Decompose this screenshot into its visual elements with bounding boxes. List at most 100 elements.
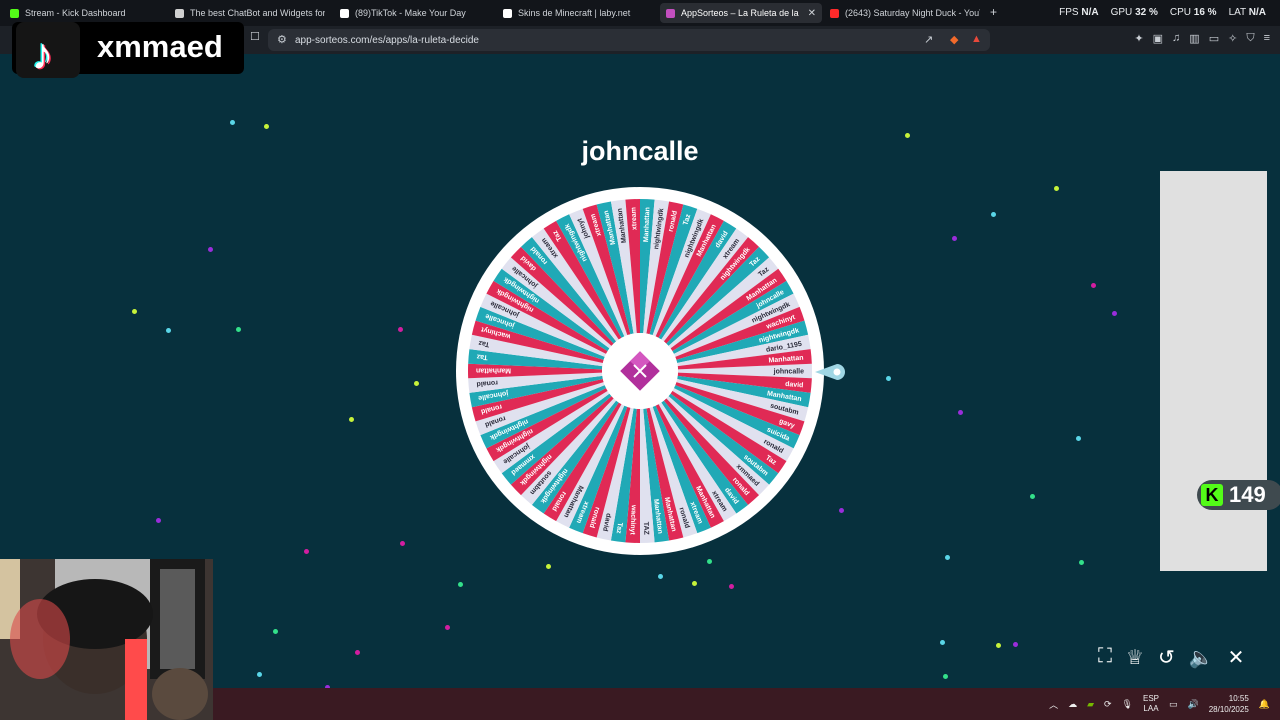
- confetti-dot: [166, 328, 171, 333]
- confetti-dot: [414, 381, 419, 386]
- clock[interactable]: 10:55 28/10/2025: [1209, 693, 1249, 715]
- system-tray: ︿ ☁ ▰ ⟳ 🎙 ESP LAA ▭ 🔊 10:55 28/10/2025 🔔: [1049, 688, 1280, 720]
- tab-label: AppSorteos – La Ruleta de la: [681, 8, 799, 18]
- confetti-dot: [304, 549, 309, 554]
- gpu-label: GPU: [1110, 7, 1133, 18]
- fps-label: FPS: [1059, 7, 1079, 18]
- site-settings-icon[interactable]: ⚙: [277, 33, 287, 46]
- fps-value: N/A: [1081, 7, 1099, 18]
- confetti-dot: [839, 508, 844, 513]
- confetti-dot: [230, 120, 235, 125]
- wheel-entry-label: Manhattan: [476, 367, 511, 374]
- ai-icon[interactable]: ✧: [1228, 32, 1237, 45]
- share-icon[interactable]: ↗: [924, 33, 933, 46]
- time: 10:55: [1228, 694, 1249, 703]
- confetti-dot: [886, 376, 891, 381]
- network-icon[interactable]: ▭: [1169, 699, 1178, 710]
- side-panel: [1160, 171, 1267, 571]
- confetti-dot: [458, 582, 463, 587]
- menu-icon[interactable]: ≡: [1264, 32, 1270, 45]
- confetti-dot: [208, 247, 213, 252]
- media-icon[interactable]: ♫: [1172, 32, 1180, 45]
- confetti-dot: [257, 672, 262, 677]
- volume-icon[interactable]: 🔊: [1188, 699, 1199, 710]
- wallet-icon[interactable]: ▭: [1209, 32, 1219, 45]
- reset-icon[interactable]: ↺: [1158, 645, 1175, 670]
- tab-youtube[interactable]: (2643) Saturday Night Duck - YouTub: [830, 3, 980, 23]
- confetti-dot: [958, 410, 963, 415]
- confetti-dot: [1112, 311, 1117, 316]
- cloud-icon[interactable]: ☁: [1068, 699, 1077, 710]
- notifications-icon[interactable]: 🔔: [1259, 699, 1270, 710]
- confetti-dot: [132, 309, 137, 314]
- webcam-feed: [0, 559, 213, 720]
- confetti-dot: [658, 574, 663, 579]
- confetti-dot: [264, 124, 269, 129]
- nvidia-icon[interactable]: ▰: [1087, 699, 1094, 710]
- address-bar[interactable]: ⚙ app-sorteos.com/es/apps/la-ruleta-deci…: [268, 29, 990, 51]
- sidebar-icon[interactable]: ▥: [1189, 32, 1199, 45]
- lang-secondary: LAA: [1143, 704, 1159, 713]
- shield-icon[interactable]: ◆: [950, 33, 958, 46]
- rewards-icon[interactable]: ▲: [971, 33, 982, 45]
- bookmark-icon[interactable]: ☐: [250, 30, 260, 43]
- tab-label: (2643) Saturday Night Duck - YouTub: [845, 8, 980, 18]
- confetti-dot: [349, 417, 354, 422]
- performance-overlay: FPS N/A GPU 32 % CPU 16 % LAT N/A: [1059, 7, 1266, 18]
- cpu-value: 16 %: [1193, 7, 1217, 18]
- lat-value: N/A: [1248, 7, 1266, 18]
- fullscreen-icon[interactable]: ⛶: [1098, 645, 1112, 670]
- kick-count: 149: [1229, 482, 1266, 507]
- date: 28/10/2025: [1208, 705, 1249, 714]
- confetti-dot: [1091, 283, 1096, 288]
- screenshot-icon[interactable]: ▣: [1153, 32, 1163, 45]
- tiktok-icon: [340, 8, 349, 18]
- confetti-dot: [945, 555, 950, 560]
- tab-appsorteos[interactable]: AppSorteos – La Ruleta de la ✕: [660, 3, 822, 23]
- confetti-dot: [943, 674, 948, 679]
- confetti-dot: [398, 327, 403, 332]
- trophy-icon[interactable]: ♕: [1126, 645, 1144, 670]
- wheel-entry-label: Manhattan: [643, 207, 651, 242]
- confetti-dot: [952, 236, 957, 241]
- close-tab-icon[interactable]: ✕: [808, 8, 816, 19]
- confetti-dot: [707, 559, 712, 564]
- sync-icon[interactable]: ⟳: [1104, 699, 1112, 710]
- confetti-dot: [991, 212, 996, 217]
- extensions-icon[interactable]: ✦: [1134, 32, 1143, 45]
- wheel-entry-label: Taz: [476, 353, 488, 361]
- language-indicator[interactable]: ESP LAA: [1143, 694, 1159, 714]
- confetti-dot: [445, 625, 450, 630]
- chatbot-icon: [175, 8, 184, 18]
- tab-chatbot[interactable]: The best ChatBot and Widgets for Ki: [175, 3, 325, 23]
- tab-laby[interactable]: Skins de Minecraft | laby.net: [503, 3, 653, 23]
- new-tab-icon[interactable]: +: [990, 5, 997, 19]
- laby-icon: [503, 8, 512, 18]
- confetti-dot: [1079, 560, 1084, 565]
- roulette-wheel[interactable]: johncalledavidManhattansoutabmgavysuicid…: [455, 186, 825, 556]
- confetti-dot: [273, 629, 278, 634]
- svg-text:♪: ♪: [32, 30, 54, 78]
- wheel-pointer: [815, 364, 845, 380]
- kick-counter: K 149: [1197, 480, 1280, 510]
- tab-kick-dashboard[interactable]: Stream - Kick Dashboard: [10, 3, 160, 23]
- taskbar: ︿ ☁ ▰ ⟳ 🎙 ESP LAA ▭ 🔊 10:55 28/10/2025 🔔: [213, 688, 1280, 720]
- tiktok-username: xmmaed: [97, 29, 223, 64]
- confetti-dot: [400, 541, 405, 546]
- lang-primary: ESP: [1142, 694, 1159, 703]
- confetti-dot: [729, 584, 734, 589]
- confetti-dot: [905, 133, 910, 138]
- url-text: app-sorteos.com/es/apps/la-ruleta-decide: [295, 34, 479, 46]
- tab-tiktok[interactable]: (89)TikTok - Make Your Day: [340, 3, 490, 23]
- close-icon[interactable]: ✕: [1228, 645, 1245, 670]
- mic-icon[interactable]: 🎙: [1122, 699, 1133, 710]
- confetti-dot: [692, 581, 697, 586]
- confetti-dot: [355, 650, 360, 655]
- confetti-dot: [1013, 642, 1018, 647]
- tab-label: Stream - Kick Dashboard: [25, 8, 126, 18]
- vpn-icon[interactable]: ⛉: [1246, 32, 1254, 45]
- show-hidden-icon[interactable]: ︿: [1049, 698, 1058, 711]
- sound-icon[interactable]: 🔈: [1189, 645, 1214, 670]
- tiktok-overlay: ♪ ♪ ♪ xmmaed: [12, 22, 244, 80]
- wheel-entry-label: johncalle: [773, 369, 804, 376]
